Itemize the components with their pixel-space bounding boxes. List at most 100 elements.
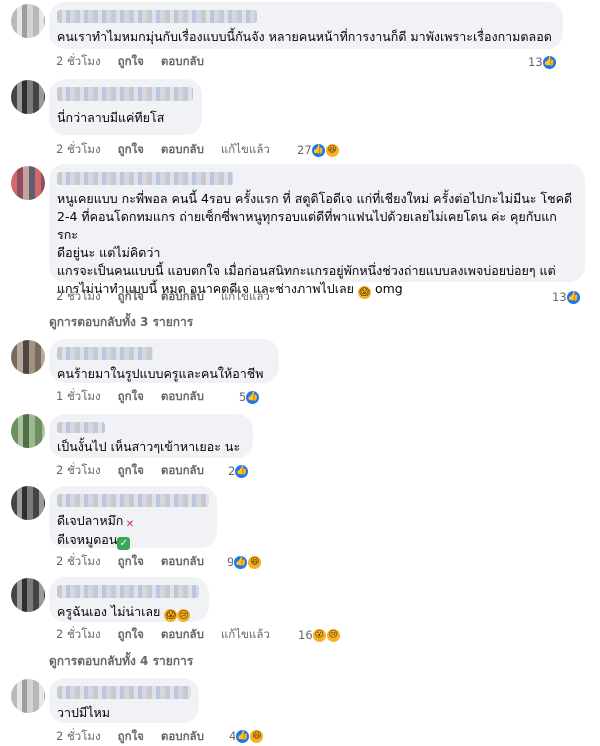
comment-actions: 2 ชั่วโมง ถูกใจ ตอบกลับ แก้ไขแล้ว (56, 289, 270, 305)
comment-time[interactable]: 2 ชั่วโมง (56, 288, 101, 306)
avatar[interactable] (11, 80, 45, 114)
comment-bubble: หนูเคยแบบ กะพี่พอล คนนี้ 4รอบ ครั้งแรก ท… (49, 164, 585, 299)
reply-button[interactable]: ตอบกลับ (161, 388, 204, 406)
reaction-count: 27 (297, 143, 312, 157)
comment-text: คนเราทำไมหมกมุ่นกับเรื่องแบบนี้กันจัง หล… (57, 29, 552, 44)
wow-face-icon: 😮 (311, 627, 327, 643)
reaction-summary[interactable]: 27 👍 😆 (297, 141, 340, 159)
like-thumb-icon: 👍 (233, 554, 249, 570)
comment-time[interactable]: 2 ชั่วโมง (56, 626, 101, 644)
reply-button[interactable]: ตอบกลับ (161, 626, 204, 644)
comment-time[interactable]: 2 ชั่วโมง (56, 462, 101, 480)
comment-text-line-part: ดีเจปลาหมึก (57, 513, 124, 528)
comment-time[interactable]: 2 ชั่วโมง (56, 553, 101, 571)
comment-text-line: ดีเจปลาหมึก ✕ (57, 512, 209, 531)
haha-face-icon: 😆 (247, 554, 263, 570)
like-button[interactable]: ถูกใจ (118, 388, 144, 406)
comment-bubble: คนเราทำไมหมกมุ่นกับเรื่องแบบนี้กันจัง หล… (49, 2, 563, 49)
comment-text-line: แกรจะเป็นคนแบบนี้ แอบตกใจ เมื่อก่อนสนิทก… (57, 262, 577, 280)
author-name-redacted[interactable] (57, 585, 199, 598)
reaction-summary[interactable]: 4 👍 😆 (229, 727, 265, 745)
like-button[interactable]: ถูกใจ (118, 288, 144, 306)
comment-actions: 2 ชั่วโมง ถูกใจ ตอบกลับ (56, 554, 204, 570)
comment-text-line-part: แกรจะเป็นคนแบบนี้ แอบตกใจ เมื่อก่อนสนิทก… (57, 263, 556, 278)
reaction-summary[interactable]: 5 👍 (239, 388, 261, 406)
scream-face-emoji: 😱 (357, 286, 371, 299)
like-thumb-icon: 👍 (565, 289, 581, 305)
reply-button[interactable]: ตอบกลับ (161, 462, 204, 480)
reply-button[interactable]: ตอบกลับ (161, 141, 204, 159)
comment-text-end: omg (374, 281, 403, 296)
comment-bubble: วาปมีไหม (49, 678, 199, 723)
comment-actions: 1 ชั่วโมง ถูกใจ ตอบกลับ (56, 389, 204, 405)
view-replies-link[interactable]: ดูการตอบกลับทั้ง 3 รายการ (49, 313, 193, 332)
comment-actions: 2 ชั่วโมง ถูกใจ ตอบกลับ (56, 54, 204, 70)
comment-time[interactable]: 2 ชั่วโมง (56, 728, 101, 746)
like-thumb-icon: 👍 (234, 463, 250, 479)
like-button[interactable]: ถูกใจ (118, 553, 144, 571)
comment-time[interactable]: 2 ชั่วโมง (56, 53, 101, 71)
scream-face-emoji: 😱 (164, 609, 178, 622)
edited-label[interactable]: แก้ไขแล้ว (221, 288, 270, 306)
comment-text-line: 2-4 ที่คอนโดกทมแกร ถ่ายเซ็กซี่พาหนูทุกรอ… (57, 209, 557, 242)
comment-bubble: นี่กว่าลาบมีแค่ทียโส (49, 79, 202, 135)
sad-face-emoji: 😢 (177, 609, 191, 622)
comment-actions: 2 ชั่วโมง ถูกใจ ตอบกลับ (56, 729, 204, 745)
author-name-redacted[interactable] (57, 347, 153, 360)
like-button[interactable]: ถูกใจ (118, 626, 144, 644)
edited-label[interactable]: แก้ไขแล้ว (221, 141, 270, 159)
reply-button[interactable]: ตอบกลับ (161, 728, 204, 746)
like-button[interactable]: ถูกใจ (118, 141, 144, 159)
author-name-redacted[interactable] (57, 422, 105, 433)
comment-bubble: ครูฉันเอง ไม่น่าเลย 😱 😢 (49, 577, 209, 622)
comment-bubble: คนร้ายมาในรูปแบบครูและคนให้อาชีพ (49, 339, 279, 383)
author-name-redacted[interactable] (57, 686, 191, 699)
like-button[interactable]: ถูกใจ (118, 462, 144, 480)
avatar[interactable] (11, 578, 45, 612)
sad-face-icon: 😢 (325, 627, 341, 643)
reaction-summary[interactable]: 9 👍 😆 (227, 553, 263, 571)
avatar[interactable] (11, 4, 45, 38)
comment-text-line: ดีอยู่นะ แต่ไม่คิดว่า (57, 245, 161, 260)
view-replies-link[interactable]: ดูการตอบกลับทั้ง 4 รายการ (49, 652, 193, 671)
avatar[interactable] (11, 679, 45, 713)
avatar[interactable] (11, 166, 45, 200)
comment-time[interactable]: 1 ชั่วโมง (56, 388, 101, 406)
haha-face-icon: 😆 (249, 728, 265, 744)
author-name-redacted[interactable] (57, 87, 193, 101)
comment-bubble: ดีเจปลาหมึก ✕ ดีเจหมูดอน ✓ (49, 486, 217, 550)
like-button[interactable]: ถูกใจ (118, 53, 144, 71)
comment-text: นี่กว่าลาบมีแค่ทียโส (57, 110, 165, 125)
comment-text-line: หนูเคยแบบ กะพี่พอล คนนี้ 4รอบ ครั้งแรก ท… (57, 191, 573, 206)
comment-text: คนร้ายมาในรูปแบบครูและคนให้อาชีพ (57, 366, 264, 381)
reaction-count: 13 (528, 55, 543, 69)
like-thumb-icon: 👍 (245, 389, 261, 405)
avatar[interactable] (11, 414, 45, 448)
avatar[interactable] (11, 340, 45, 374)
comment-bubble: เป็นงั้นไป เห็นสาวๆเข้าหาเยอะ นะ (49, 414, 253, 458)
author-name-redacted[interactable] (57, 172, 233, 185)
reaction-summary[interactable]: 16 😮 😢 (298, 626, 341, 644)
comment-actions: 2 ชั่วโมง ถูกใจ ตอบกลับ แก้ไขแล้ว (56, 142, 270, 158)
reaction-summary[interactable]: 2 👍 (228, 462, 250, 480)
red-cross-emoji: ✕ (125, 519, 135, 530)
reply-button[interactable]: ตอบกลับ (161, 553, 204, 571)
comment-time[interactable]: 2 ชั่วโมง (56, 141, 101, 159)
reaction-count: 13 (552, 290, 567, 304)
reply-button[interactable]: ตอบกลับ (161, 288, 204, 306)
comment-text: วาปมีไหม (57, 705, 110, 720)
like-thumb-icon: 👍 (310, 142, 326, 158)
comment-actions: 2 ชั่วโมง ถูกใจ ตอบกลับ (56, 463, 204, 479)
reply-button[interactable]: ตอบกลับ (161, 53, 204, 71)
author-name-redacted[interactable] (57, 10, 257, 23)
edited-label[interactable]: แก้ไขแล้ว (221, 626, 270, 644)
author-name-redacted[interactable] (57, 494, 209, 507)
haha-face-icon: 😆 (324, 142, 340, 158)
avatar[interactable] (11, 486, 45, 520)
green-check-emoji: ✓ (117, 537, 131, 550)
like-thumb-icon: 👍 (235, 728, 251, 744)
reaction-summary[interactable]: 13 👍 (552, 288, 581, 306)
reaction-summary[interactable]: 13 👍 (528, 53, 557, 71)
comment-text-line: ครูฉันเอง ไม่น่าเลย 😱 😢 (57, 603, 201, 622)
like-button[interactable]: ถูกใจ (118, 728, 144, 746)
